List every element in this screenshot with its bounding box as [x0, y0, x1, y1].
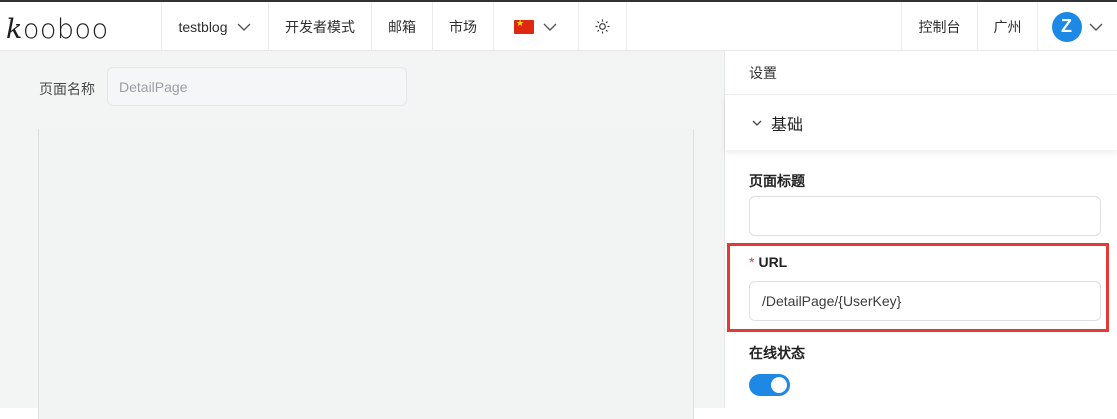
url-value: /DetailPage/{UserKey}: [762, 293, 902, 309]
page-name-label: 页面名称: [39, 81, 95, 97]
avatar: Z: [1051, 11, 1082, 42]
settings-panel-title: 设置: [725, 51, 1117, 95]
basic-section-label: 基础: [771, 116, 804, 134]
online-status-label: 在线状态: [749, 345, 805, 361]
console-link[interactable]: 控制台: [901, 2, 977, 51]
user-menu[interactable]: Z: [1037, 2, 1117, 51]
editor-canvas-area: 页面名称 DetailPage: [0, 51, 724, 419]
market-link[interactable]: 市场: [432, 2, 493, 51]
top-navigation-bar: kkoobooooboo testblog 开发者模式 邮箱 市场 控制台 广州: [0, 0, 1117, 51]
developer-mode-label: 开发者模式: [285, 18, 355, 35]
url-label: * URL: [749, 254, 788, 270]
cn-flag-icon: [514, 18, 534, 34]
console-label: 控制台: [918, 18, 961, 35]
market-label: 市场: [449, 18, 477, 35]
basic-section-header[interactable]: 基础: [725, 95, 1117, 150]
page-title-input[interactable]: [749, 196, 1101, 236]
region-label: 广州: [993, 18, 1022, 35]
site-selector[interactable]: testblog: [161, 2, 268, 51]
developer-mode-link[interactable]: 开发者模式: [268, 2, 371, 51]
page-name-value: DetailPage: [119, 78, 188, 95]
theme-toggle[interactable]: [578, 2, 627, 51]
chevron-down-icon: [752, 120, 762, 126]
url-input[interactable]: /DetailPage/{UserKey}: [749, 281, 1101, 321]
mail-label: 邮箱: [388, 18, 416, 35]
online-status-toggle[interactable]: [749, 374, 790, 396]
settings-panel: 设置 基础 页面标题 * URL /DetailPage/{UserKey} 在线…: [724, 51, 1117, 408]
region-selector[interactable]: 广州: [977, 2, 1037, 51]
chevron-down-icon: [237, 23, 251, 31]
page-name-input[interactable]: DetailPage: [107, 67, 407, 106]
required-mark: *: [749, 254, 755, 270]
page-design-canvas[interactable]: [38, 129, 694, 419]
language-selector[interactable]: [493, 2, 578, 51]
chevron-down-icon: [1089, 23, 1102, 31]
sun-icon: [595, 19, 610, 34]
kooboo-logo[interactable]: kkoobooooboo: [6, 14, 109, 45]
site-selector-label: testblog: [178, 18, 228, 35]
chevron-down-icon: [543, 23, 557, 31]
toggle-knob: [771, 377, 787, 393]
mail-link[interactable]: 邮箱: [371, 2, 432, 51]
page-title-label: 页面标题: [749, 173, 805, 189]
